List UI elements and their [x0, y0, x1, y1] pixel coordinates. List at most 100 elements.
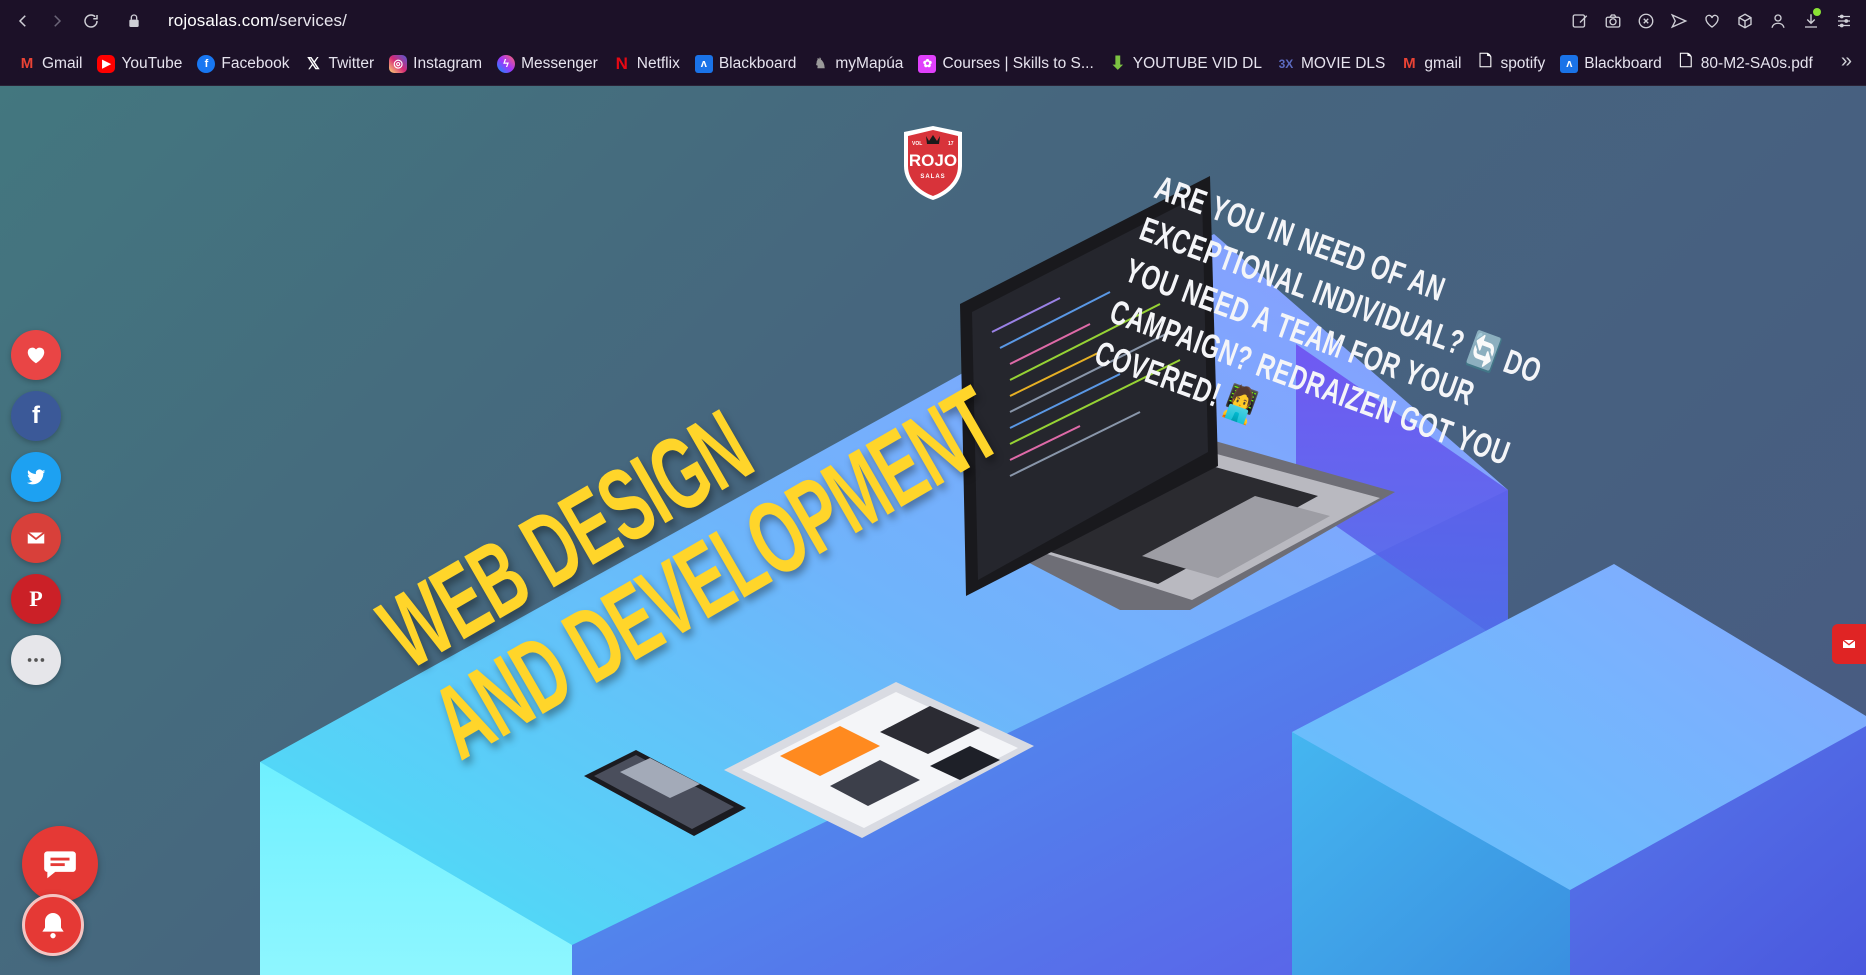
- social-share-bar: f P: [11, 330, 61, 685]
- envelope-icon: [27, 531, 45, 544]
- hero-illustration: [260, 176, 1866, 975]
- more-dots-icon: [27, 658, 45, 662]
- bookmarks-bar: M Gmail ▶ YouTube f Facebook 𝕏 Twitter ◎ Inst…: [0, 42, 1866, 86]
- bookmark-label: Gmail: [42, 54, 83, 72]
- forward-button[interactable]: [40, 4, 74, 38]
- adblock-icon: [1638, 13, 1653, 29]
- menu-button[interactable]: [1827, 4, 1860, 38]
- back-button[interactable]: [6, 4, 40, 38]
- download-status-dot: [1813, 8, 1821, 16]
- pinterest-share-button[interactable]: P: [11, 574, 61, 624]
- url-text: rojosalas.com/services/: [168, 11, 347, 31]
- twitter-share-button[interactable]: [11, 452, 61, 502]
- facebook-share-button[interactable]: f: [11, 391, 61, 441]
- blackboard-icon: ʌ: [1560, 54, 1579, 73]
- bookmark-label: Netflix: [636, 54, 680, 72]
- youtube-icon: ▶: [97, 54, 116, 73]
- bookmark-instagram[interactable]: ◎ Instagram: [383, 49, 488, 79]
- envelope-icon: [1842, 639, 1856, 648]
- user-icon: [1770, 14, 1785, 28]
- bookmark-spotify[interactable]: 🗋 spotify: [1470, 49, 1551, 79]
- blackboard-icon: ʌ: [694, 54, 713, 73]
- back-arrow-icon: [18, 15, 26, 27]
- logo-year: 17: [948, 141, 954, 147]
- reload-icon: [84, 14, 98, 28]
- mymapua-icon: ♞: [814, 55, 827, 71]
- facebook-icon: f: [32, 402, 40, 429]
- bookmark-mymapua[interactable]: ♞ myMapúa: [805, 49, 909, 79]
- bookmark-label: Blackboard: [718, 54, 797, 72]
- cube-icon: [1737, 13, 1752, 29]
- facebook-icon: f: [197, 54, 216, 73]
- bookmark-label: Facebook: [221, 54, 290, 72]
- edit-icon: [1572, 14, 1587, 28]
- chat-button[interactable]: [22, 826, 98, 902]
- contact-mail-tab[interactable]: [1832, 624, 1866, 664]
- bookmark-blackboard-2[interactable]: ʌ Blackboard: [1554, 49, 1668, 79]
- bookmark-label: MOVIE DLS: [1300, 54, 1386, 72]
- menu-icon: [1837, 14, 1850, 28]
- pinterest-icon: P: [29, 586, 43, 611]
- bookmark-courses[interactable]: ✿ Courses | Skills to S...: [912, 49, 1099, 79]
- forward-arrow-icon: [54, 15, 62, 27]
- favorite-share-button[interactable]: [11, 330, 61, 380]
- bookmark-label: Blackboard: [1584, 54, 1662, 72]
- chat-bubble-icon: [44, 851, 76, 879]
- bell-icon: [42, 913, 64, 939]
- bookmark-youtube-vid-dl[interactable]: ⬇ YOUTUBE VID DL: [1103, 49, 1268, 79]
- file-icon: 🗋: [1479, 53, 1492, 70]
- heart-icon: [27, 347, 45, 364]
- bookmark-label: YOUTUBE VID DL: [1132, 54, 1262, 72]
- bookmark-label: Courses | Skills to S...: [942, 54, 1094, 72]
- instagram-icon: ◎: [389, 54, 408, 73]
- url-host: rojosalas.com: [168, 11, 275, 30]
- lock-icon: [129, 14, 139, 27]
- bookmark-pdf[interactable]: 🗋 80-M2-SA0s.pdf: [1671, 49, 1819, 79]
- notification-bell-button[interactable]: [22, 894, 84, 956]
- camera-icon: [1605, 14, 1620, 28]
- edit-button[interactable]: [1563, 4, 1596, 38]
- bookmark-label: spotify: [1500, 54, 1546, 72]
- downloads-button[interactable]: [1794, 4, 1827, 38]
- adblock-button[interactable]: [1629, 4, 1662, 38]
- address-bar[interactable]: rojosalas.com/services/: [126, 6, 1426, 36]
- bookmark-messenger[interactable]: ϟ Messenger: [491, 49, 604, 79]
- snapshot-button[interactable]: [1596, 4, 1629, 38]
- browser-toolbar: rojosalas.com/services/: [0, 0, 1866, 42]
- logo-text: ROJO: [909, 151, 957, 170]
- page-content: VOL 17 ROJO SALAS WEB DESIGN AND DEVELOP…: [0, 86, 1866, 975]
- toolbar-icons: [1563, 0, 1860, 42]
- bookmark-label: myMapúa: [835, 54, 904, 72]
- heart-icon: [1704, 14, 1719, 28]
- favorites-button[interactable]: [1695, 4, 1728, 38]
- logo-vol: VOL: [912, 141, 922, 147]
- bookmark-label: YouTube: [121, 54, 183, 72]
- cube-button[interactable]: [1728, 4, 1761, 38]
- gmail-icon: M: [1403, 55, 1416, 72]
- more-share-button[interactable]: [11, 635, 61, 685]
- twitter-bird-icon: [26, 469, 46, 485]
- x-icon: 𝕏: [307, 55, 320, 73]
- bookmark-blackboard[interactable]: ʌ Blackboard: [689, 49, 803, 79]
- bookmark-gmail-2[interactable]: Mgmail: [1394, 49, 1467, 79]
- bookmark-label: Twitter: [328, 54, 375, 72]
- rojo-salas-logo: VOL 17 ROJO SALAS: [904, 126, 962, 200]
- bookmark-movie-dls[interactable]: 3X MOVIE DLS: [1271, 49, 1391, 79]
- send-icon: [1670, 13, 1687, 29]
- bookmark-label: 80-M2-SA0s.pdf: [1700, 54, 1813, 72]
- profile-button[interactable]: [1761, 4, 1794, 38]
- bookmarks-overflow-chevron-icon[interactable]: »: [1841, 50, 1852, 73]
- url-path: /services/: [274, 11, 347, 30]
- gmail-icon: M: [18, 54, 36, 73]
- reload-button[interactable]: [74, 4, 108, 38]
- logo-sub: SALAS: [920, 174, 945, 180]
- bookmark-label: Instagram: [413, 54, 483, 72]
- bookmark-netflix[interactable]: N Netflix: [607, 49, 686, 79]
- messenger-icon: ϟ: [497, 54, 516, 73]
- bookmark-twitter[interactable]: 𝕏 Twitter: [298, 49, 380, 79]
- bookmark-facebook[interactable]: f Facebook: [191, 49, 295, 79]
- bookmark-youtube[interactable]: ▶ YouTube: [91, 49, 188, 79]
- email-share-button[interactable]: [11, 513, 61, 563]
- bookmark-gmail[interactable]: M Gmail: [12, 49, 88, 79]
- send-button[interactable]: [1662, 4, 1695, 38]
